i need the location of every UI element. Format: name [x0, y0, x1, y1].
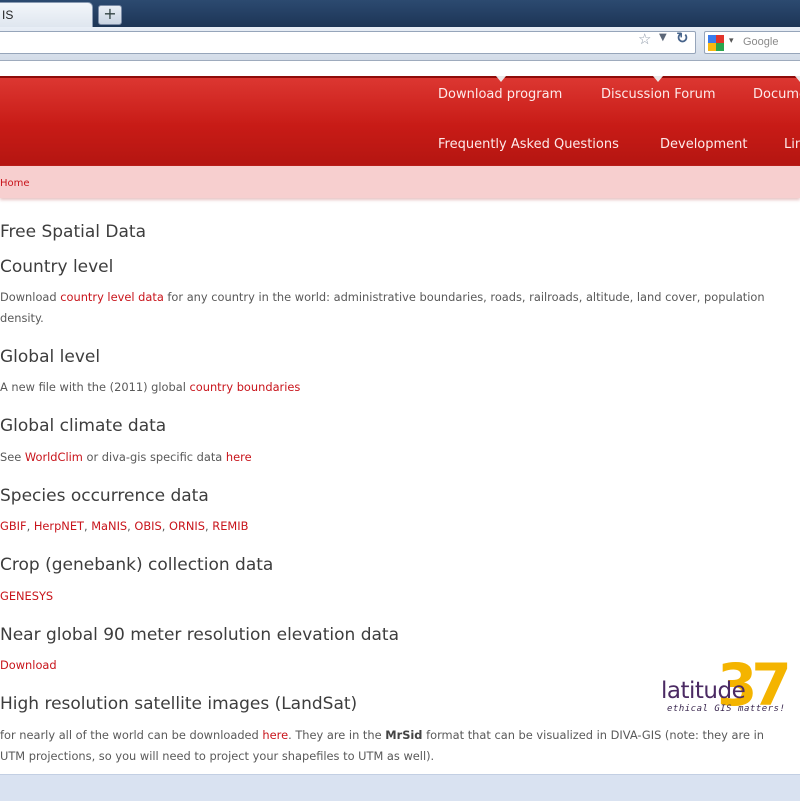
section-heading-satellite: High resolution satellite images (LandSa… — [0, 694, 358, 714]
history-dropdown-icon[interactable]: ▼ — [659, 32, 667, 43]
nav-caret-icon — [795, 76, 800, 82]
manis-link[interactable]: MaNIS — [91, 519, 127, 533]
breadcrumb-home-link[interactable]: Home — [0, 178, 30, 189]
breadcrumb: Home — [0, 166, 800, 198]
section-text-satellite: for nearly all of the world can be downl… — [0, 728, 764, 763]
mrsid-format: MrSid — [385, 728, 423, 742]
search-engine-dropdown-icon[interactable]: ▾ — [729, 36, 734, 46]
country-level-data-link[interactable]: country level data — [60, 290, 164, 304]
page-title: Free Spatial Data — [0, 222, 147, 242]
logo-word: latitude — [661, 678, 746, 704]
section-heading-species: Species occurrence data — [0, 486, 209, 506]
section-text-elevation: Download — [0, 655, 770, 676]
nav-documentation[interactable]: Docume — [753, 87, 800, 102]
search-placeholder: Google — [743, 36, 779, 48]
new-tab-button[interactable]: + — [98, 5, 122, 25]
gbif-link[interactable]: GBIF — [0, 519, 27, 533]
google-icon[interactable] — [708, 35, 724, 51]
obis-link[interactable]: OBIS — [134, 519, 161, 533]
reload-icon[interactable]: ↻ — [676, 29, 689, 47]
section-text-climate: See WorldClim or diva-gis specific data … — [0, 450, 252, 464]
address-bar[interactable] — [0, 31, 696, 54]
plus-icon: + — [103, 4, 117, 23]
latitude37-logo: 37 latitude ethical GIS matters! — [661, 656, 800, 716]
diva-climate-here-link[interactable]: here — [226, 450, 252, 464]
landsat-here-link[interactable]: here — [262, 728, 288, 742]
section-text-crop: GENESYS — [0, 586, 770, 607]
ornis-link[interactable]: ORNIS — [169, 519, 205, 533]
section-heading-global: Global level — [0, 347, 101, 367]
genesys-link[interactable]: GENESYS — [0, 589, 53, 603]
country-boundaries-link[interactable]: country boundaries — [190, 380, 301, 394]
nav-caret-icon — [653, 76, 663, 82]
nav-faq[interactable]: Frequently Asked Questions — [438, 137, 619, 152]
section-text-global: A new file with the (2011) global countr… — [0, 380, 301, 394]
site-header: Download program Discussion Forum Docume… — [0, 76, 800, 168]
section-heading-elevation: Near global 90 meter resolution elevatio… — [0, 625, 399, 645]
browser-tab[interactable]: IS — [0, 2, 93, 27]
elevation-download-link[interactable]: Download — [0, 658, 57, 672]
worldclim-link[interactable]: WorldClim — [25, 450, 83, 464]
browser-titlebar: IS + — [0, 0, 800, 27]
nav-links[interactable]: Lin — [784, 137, 800, 152]
nav-development[interactable]: Development — [660, 137, 748, 152]
bookmark-star-icon[interactable]: ☆ — [638, 30, 651, 48]
browser-navbar: ☆ ▼ ↻ ▾ Google — [0, 27, 800, 61]
section-text-country: Download country level data for any coun… — [0, 290, 765, 325]
section-heading-country: Country level — [0, 257, 114, 277]
nav-caret-icon — [496, 76, 506, 82]
section-heading-crop: Crop (genebank) collection data — [0, 555, 274, 575]
nav-discussion-forum[interactable]: Discussion Forum — [601, 87, 715, 102]
section-heading-climate: Global climate data — [0, 416, 167, 436]
tab-title: IS — [2, 8, 14, 22]
footer-band — [0, 774, 800, 801]
section-text-species: GBIF, HerpNET, MaNIS, OBIS, ORNIS, REMIB — [0, 519, 249, 533]
remib-link[interactable]: REMIB — [212, 519, 248, 533]
herpnet-link[interactable]: HerpNET — [34, 519, 84, 533]
search-bar[interactable]: ▾ Google — [704, 31, 800, 54]
logo-tagline: ethical GIS matters! — [667, 704, 786, 714]
nav-download-program[interactable]: Download program — [438, 87, 562, 102]
